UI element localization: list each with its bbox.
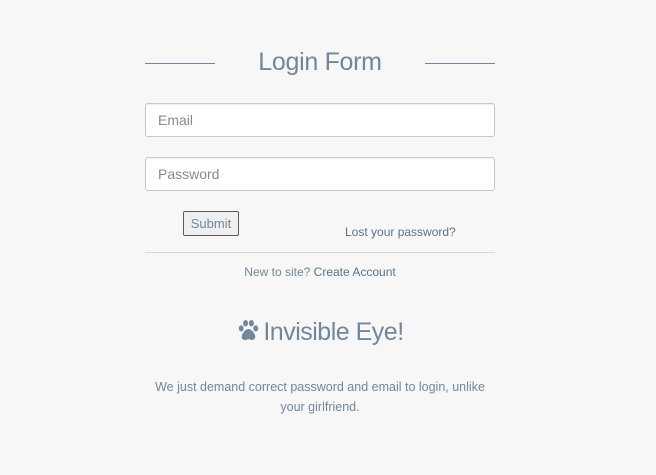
separator (145, 252, 495, 253)
email-input[interactable] (145, 103, 495, 137)
submit-button[interactable]: Submit (183, 211, 239, 236)
form-title-row: Login Form (145, 47, 495, 81)
brand-name: Invisible Eye! (263, 318, 404, 346)
signup-prompt: New to site? Create Account (145, 265, 495, 279)
title-right-rule (425, 63, 495, 64)
new-to-site-text: New to site? (244, 265, 311, 279)
lost-password-link[interactable]: Lost your password? (345, 225, 456, 239)
password-input[interactable] (145, 157, 495, 191)
brand-tagline: We just demand correct password and emai… (155, 380, 485, 414)
create-account-link[interactable]: Create Account (314, 265, 396, 279)
paw-icon (236, 318, 263, 346)
brand-heading: Invisible Eye! (145, 318, 495, 347)
